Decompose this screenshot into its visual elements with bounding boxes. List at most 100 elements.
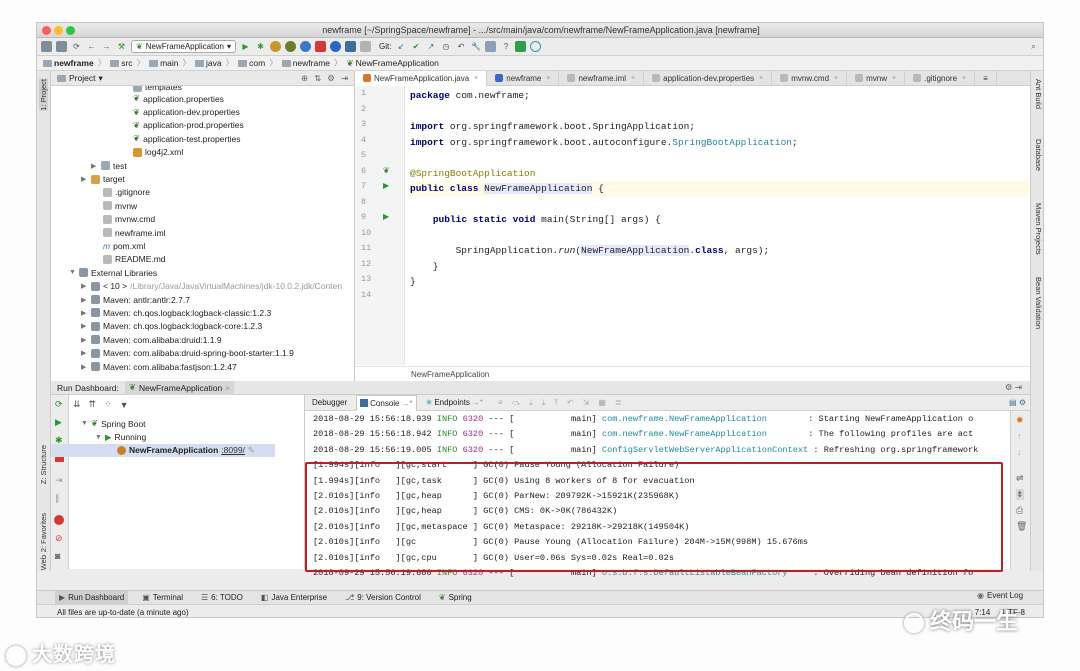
search-icon[interactable]: ⌕ <box>1028 41 1039 52</box>
edit-icon[interactable]: ✎ <box>248 445 255 456</box>
menu-icon[interactable]: ≡ <box>498 398 503 407</box>
wrench-icon[interactable]: 🔧 <box>470 41 481 52</box>
bottom-tab[interactable]: ❦ Spring <box>435 591 476 605</box>
editor-tab[interactable]: mvnw.cmd × <box>772 70 848 86</box>
code-area[interactable]: package com.newframe; import org.springf… <box>410 86 1030 365</box>
find-icon[interactable]: ? <box>500 41 511 52</box>
database-tool-tab[interactable]: Database <box>1034 139 1043 171</box>
close-icon[interactable]: × <box>962 75 966 82</box>
ant-build-tool-tab[interactable]: Ant Build <box>1034 79 1043 109</box>
save-icon[interactable] <box>56 41 67 52</box>
sync-icon[interactable]: ⟳ <box>71 41 82 52</box>
editor-tab[interactable]: mvnw × <box>847 70 906 86</box>
build-hammer-icon[interactable]: ⚒ <box>116 41 127 52</box>
project-tree-item[interactable]: ❦ application-test.properties <box>51 132 354 145</box>
breadcrumb-item[interactable]: com <box>238 58 265 68</box>
force-step-icon[interactable]: ⤓ <box>542 398 546 408</box>
history-icon[interactable]: ◷ <box>440 41 451 52</box>
back-icon[interactable]: ← <box>86 41 97 52</box>
project-tree-item[interactable]: ▶ target <box>51 172 354 185</box>
filter-icon[interactable]: ▼ <box>120 400 129 410</box>
tree-arrow-icon[interactable]: ▶ <box>81 175 88 183</box>
tab-endpoints[interactable]: ✳ Endpoints →* <box>423 395 486 411</box>
editor-tab[interactable]: newframe.iml × <box>559 70 645 86</box>
run-gutter-icon[interactable]: ▶ <box>383 212 389 221</box>
close-icon[interactable]: × <box>892 75 896 82</box>
tree-item-app[interactable]: NewFrameApplication:8099/✎ <box>51 443 275 458</box>
open-folder-icon[interactable] <box>41 41 52 52</box>
up-icon[interactable]: ↑ <box>1017 431 1022 441</box>
maven-projects-tool-tab[interactable]: Maven Projects <box>1034 203 1043 255</box>
bottom-tab[interactable]: ☰ 6: TODO <box>197 591 247 605</box>
gear-icon[interactable]: ⚙ ⇥ <box>1005 382 1022 393</box>
project-tree-item[interactable]: ▶ < 10 >/Library/Java/JavaVirtualMachines… <box>51 279 354 292</box>
project-tree-item[interactable]: ▼ External Libraries <box>51 266 354 279</box>
revert-icon[interactable]: ↶ <box>455 41 466 52</box>
step-out-icon[interactable]: ⤒ <box>554 398 558 408</box>
breadcrumb-item[interactable]: newframe <box>43 58 94 68</box>
gear-icon[interactable]: ⚙ <box>327 73 335 84</box>
git-push-icon[interactable]: ↗ <box>425 41 436 52</box>
profile-icon[interactable] <box>284 41 296 52</box>
terminal-icon[interactable] <box>515 41 527 52</box>
tree-arrow-icon[interactable]: ▶ <box>81 363 88 371</box>
tree-arrow-icon[interactable]: ▼ <box>69 269 76 276</box>
tree-arrow-icon[interactable]: ▶ <box>81 296 88 304</box>
breadcrumb-item[interactable]: src <box>110 58 133 68</box>
close-icon[interactable]: × <box>546 75 550 82</box>
soft-wrap-icon[interactable]: ⇌ <box>1016 473 1024 484</box>
run-config-tab[interactable]: ❦ NewFrameApplication × <box>124 380 235 395</box>
editor-tab[interactable]: .gitignore × <box>905 70 976 86</box>
project-tree-item[interactable]: m pom.xml <box>51 239 354 252</box>
project-tree-item[interactable]: README.md <box>51 253 354 266</box>
evaluate-icon[interactable]: ▦ <box>598 398 606 407</box>
tree-item-running[interactable]: ▼ ▶ Running <box>81 430 275 443</box>
project-tree-item[interactable]: mvnw.cmd <box>51 213 354 226</box>
web-tool-tab[interactable]: Web <box>39 555 48 570</box>
event-log-button[interactable]: ◉ Event Log <box>977 591 1023 600</box>
project-tree-item[interactable]: ▶ Maven: ch.qos.logback:logback-core:1.2.… <box>51 320 354 333</box>
project-tool-tab[interactable]: 1: Project <box>39 79 48 111</box>
mute-breakpoints-icon[interactable]: ⊘ <box>55 533 63 544</box>
run-cursor-icon[interactable]: ⇲ <box>583 398 590 407</box>
tree-arrow-icon[interactable]: ▶ <box>91 162 98 170</box>
structure-tool-tab[interactable]: Z: Structure <box>39 445 48 484</box>
project-tree-item[interactable]: mvnw <box>51 199 354 212</box>
no-icon[interactable] <box>530 41 542 52</box>
collapse-icon[interactable]: ⇅ <box>314 73 321 84</box>
coverage-icon[interactable] <box>269 41 281 52</box>
down-icon[interactable]: ↓ <box>1017 447 1022 457</box>
editor-tab[interactable]: newframe × <box>487 70 560 86</box>
settings-icon[interactable] <box>359 41 371 52</box>
run-gutter-icon[interactable]: ▶ <box>383 181 389 190</box>
close-icon[interactable]: × <box>834 75 838 82</box>
attach-icon[interactable] <box>299 41 311 52</box>
tab-debugger[interactable]: Debugger <box>309 395 350 411</box>
trash-icon[interactable]: 🗑 <box>1016 521 1027 532</box>
close-icon[interactable]: × <box>759 75 763 82</box>
breadcrumb-item[interactable]: main <box>149 58 179 68</box>
project-tree-item[interactable]: ▶ Maven: ch.qos.logback:logback-classic:1… <box>51 306 354 319</box>
tree-arrow-icon[interactable]: ▶ <box>81 336 88 344</box>
step-into-icon[interactable]: ⤓ <box>529 398 533 408</box>
run-config-select[interactable]: ❦ NewFrameApplication ▾ <box>131 40 236 53</box>
project-tree-item[interactable]: ▶ Maven: com.alibaba:druid-spring-boot-st… <box>51 346 354 359</box>
camera-icon[interactable]: ◙ <box>55 551 60 561</box>
more-tabs-icon[interactable]: ≡ <box>975 70 997 86</box>
app-port-link[interactable]: :8099/ <box>221 445 245 455</box>
tree-arrow-icon[interactable]: ▶ <box>81 282 88 290</box>
trace-icon[interactable]: ≣ <box>615 398 622 407</box>
project-tree-item[interactable]: ❦ application-prod.properties <box>51 119 354 132</box>
project-tree-item[interactable]: log4j2.xml <box>51 146 354 159</box>
print-icon[interactable]: ⎙ <box>1016 505 1023 516</box>
forward-icon[interactable]: → <box>101 41 112 52</box>
sdk-icon[interactable] <box>344 41 356 52</box>
collapse-all-icon[interactable]: ⇈ <box>89 399 97 410</box>
rerun-icon[interactable]: ⟳ <box>55 399 63 410</box>
expand-all-icon[interactable]: ⇊ <box>73 399 81 410</box>
breadcrumb-item[interactable]: newframe <box>281 58 330 68</box>
run-icon[interactable]: ▶ <box>240 41 251 52</box>
target-icon[interactable]: ⊕ <box>301 73 308 84</box>
project-tree-item[interactable]: ▶ Maven: com.alibaba:druid:1.1.9 <box>51 333 354 346</box>
hide-icon[interactable]: ⇥ <box>341 73 348 84</box>
